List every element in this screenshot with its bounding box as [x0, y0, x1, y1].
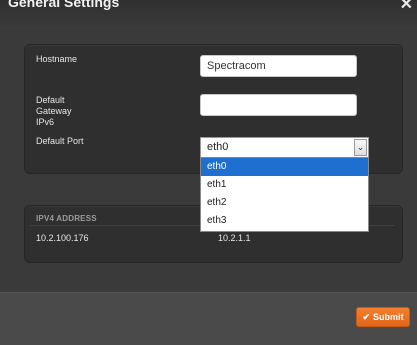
- port-option-eth0[interactable]: eth0: [201, 158, 368, 176]
- submit-button[interactable]: ✔ Submit: [356, 307, 410, 327]
- general-settings-dialog: General Settings ✕ Hostname Spectracom D…: [0, 0, 417, 345]
- port-option-eth2[interactable]: eth2: [201, 194, 368, 212]
- submit-label: Submit: [373, 312, 404, 322]
- hostname-label: Hostname: [36, 54, 78, 64]
- default-port-label: Default Port: [36, 136, 84, 146]
- port-option-eth3[interactable]: eth3: [201, 212, 368, 230]
- default-port-dropdown[interactable]: eth0 eth1 eth2 eth3: [200, 157, 369, 232]
- chevron-down-icon[interactable]: ⌄: [354, 139, 367, 156]
- dialog-footer: [0, 292, 417, 345]
- ipv4-address-header: IPV4 ADDRESS: [36, 214, 97, 223]
- default-port-select[interactable]: eth0 ⌄: [200, 137, 369, 158]
- dialog-header: General Settings ✕: [0, 0, 417, 30]
- hostname-field[interactable]: Spectracom: [200, 55, 357, 77]
- gateway-ipv6-field[interactable]: [200, 94, 357, 116]
- default-port-value: eth0: [207, 141, 229, 153]
- dialog-title: General Settings: [8, 0, 120, 10]
- ipv4-address-value: 10.2.100.176: [36, 233, 89, 243]
- port-option-eth1[interactable]: eth1: [201, 176, 368, 194]
- ipv4-gateway-value: 10.2.1.1: [218, 233, 251, 243]
- gateway-ipv6-label: Default Gateway IPv6: [36, 95, 72, 127]
- check-icon: ✔: [362, 312, 371, 322]
- close-icon[interactable]: ✕: [400, 0, 413, 14]
